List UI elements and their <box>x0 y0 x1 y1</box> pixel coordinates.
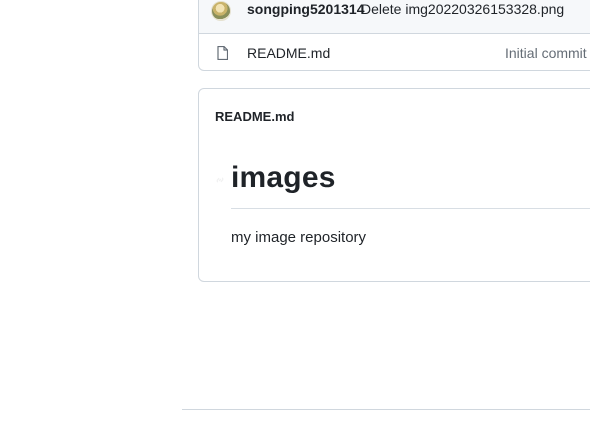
author-avatar[interactable] <box>211 1 231 21</box>
file-name-link[interactable]: README.md <box>247 45 330 61</box>
page: songping5201314 Delete img20220326153328… <box>0 0 590 432</box>
heading-divider <box>231 208 590 209</box>
commit-message-link[interactable]: Delete img20220326153328.png <box>361 1 564 17</box>
footer-divider <box>182 409 590 410</box>
file-row[interactable]: README.md Initial commit <box>199 34 590 70</box>
latest-commit-bar: songping5201314 Delete img20220326153328… <box>199 0 590 34</box>
file-listing: songping5201314 Delete img20220326153328… <box>198 0 590 71</box>
link-icon[interactable] <box>213 173 227 187</box>
file-icon <box>217 46 228 60</box>
readme-panel: README.md images my image repository <box>198 88 590 282</box>
file-commit-message-link[interactable]: Initial commit <box>505 45 587 61</box>
readme-heading: images <box>231 161 336 194</box>
readme-title[interactable]: README.md <box>215 109 294 124</box>
readme-paragraph: my image repository <box>231 229 367 246</box>
commit-author-link[interactable]: songping5201314 <box>247 1 365 17</box>
